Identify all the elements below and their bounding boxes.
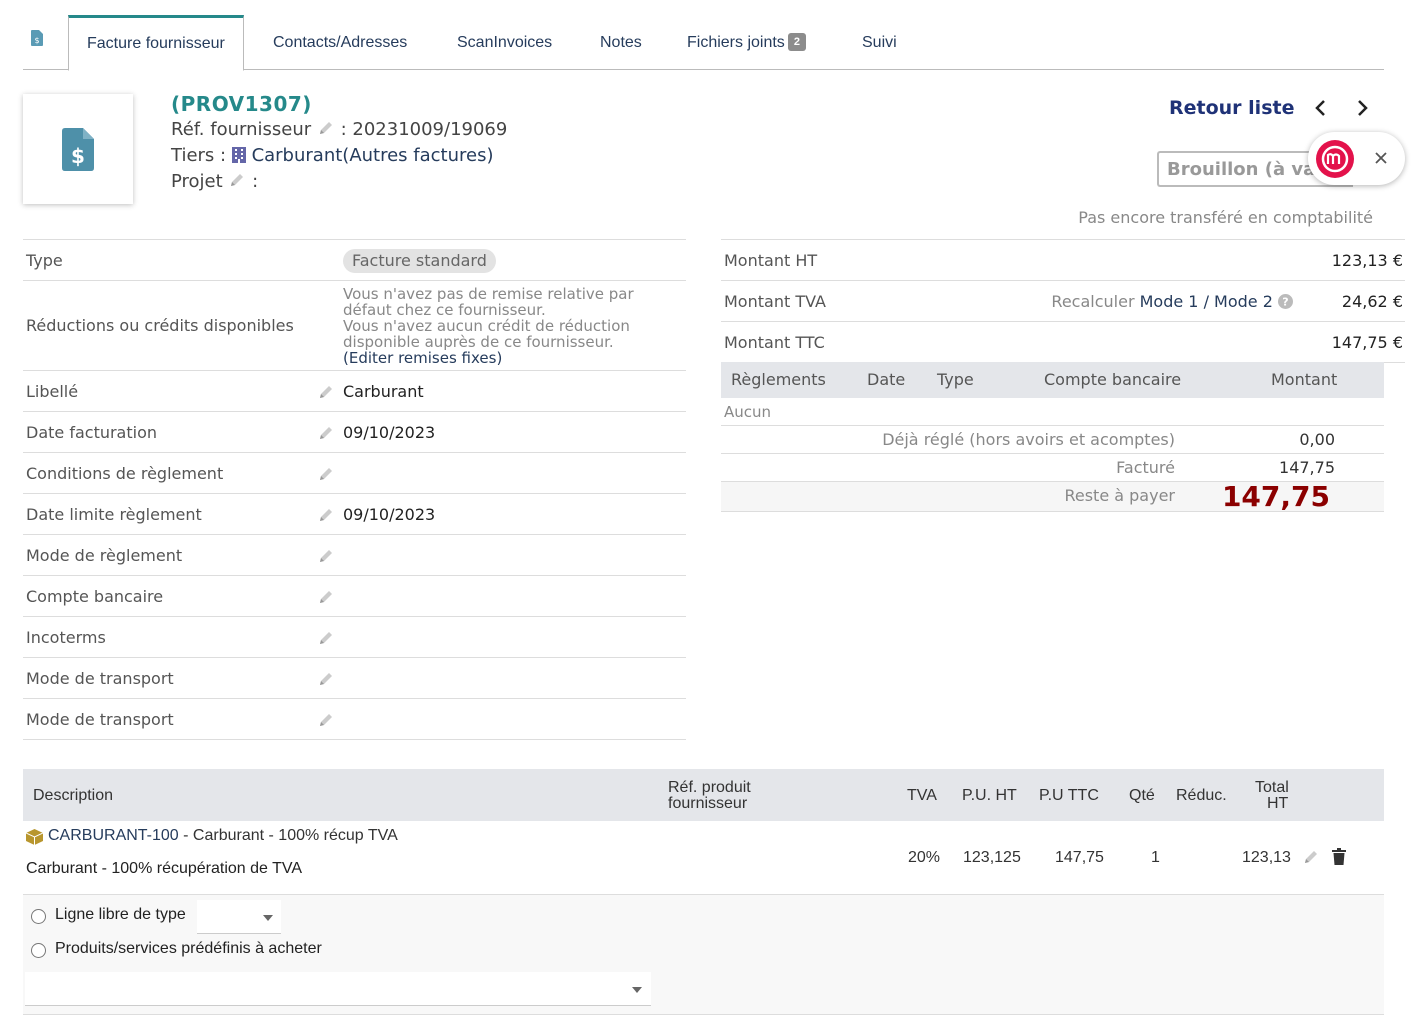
- projet-line: Projet :: [171, 171, 259, 194]
- product-box-icon: [25, 829, 44, 850]
- total-ttc-row: Montant TTC 147,75 €: [721, 322, 1405, 363]
- tiers-category-link[interactable]: Autres factures: [349, 145, 486, 166]
- edit-pencil-icon[interactable]: [317, 119, 335, 142]
- edit-pencil-icon[interactable]: [317, 547, 335, 569]
- attachments-count-badge: 2: [787, 33, 806, 51]
- tiers-line: Tiers : Carburant(Autres factures): [171, 145, 494, 166]
- editer-remises-link[interactable]: Editer remises fixes: [349, 349, 497, 367]
- mode2-link[interactable]: Mode 2: [1214, 292, 1273, 311]
- trash-icon[interactable]: [1332, 848, 1346, 870]
- tiers-link[interactable]: Carburant: [252, 145, 343, 166]
- line-description: Carburant - 100% récupération de TVA: [26, 860, 303, 877]
- lines-header: Description Réf. produit fournisseur TVA…: [23, 769, 1384, 821]
- extension-popup: [1308, 132, 1405, 185]
- total-ht-row: Montant HT 123,13 €: [721, 240, 1405, 281]
- retour-liste-link[interactable]: Retour liste: [1169, 97, 1294, 119]
- field-row-libelle: Libellé Carburant: [23, 371, 686, 412]
- field-row-mode-transport-2: Mode de transport: [23, 699, 686, 740]
- invoice-lines-table: Description Réf. produit fournisseur TVA…: [23, 769, 1384, 1015]
- next-chevron-icon[interactable]: [1355, 99, 1369, 121]
- reste-a-payer-row: Reste à payer 147,75: [721, 482, 1384, 512]
- tab-scaninvoices[interactable]: ScanInvoices: [439, 15, 570, 70]
- table-row: CARBURANT-100 - Carburant - 100% récup T…: [23, 821, 1384, 895]
- tab-notes[interactable]: Notes: [582, 15, 660, 70]
- edit-pencil-icon[interactable]: [317, 588, 335, 610]
- invoice-fields: Type Facture standard Réductions ou créd…: [23, 239, 686, 740]
- edit-pencil-icon[interactable]: [228, 171, 246, 194]
- product-link[interactable]: CARBURANT-100: [48, 827, 179, 844]
- svg-text:$: $: [71, 144, 85, 168]
- line-type-select[interactable]: [197, 900, 281, 934]
- previous-chevron-icon[interactable]: [1314, 99, 1328, 121]
- invoice-logo: $: [23, 94, 133, 204]
- help-icon: ?: [1278, 292, 1293, 311]
- field-row-type: Type Facture standard: [23, 240, 686, 281]
- facture-row: Facturé 147,75: [721, 454, 1384, 482]
- building-icon: [231, 145, 246, 166]
- edit-pencil-icon[interactable]: [1302, 848, 1320, 871]
- tab-bar: $ Facture fournisseur Contacts/Adresses …: [23, 15, 1384, 71]
- type-chip: Facture standard: [343, 249, 496, 273]
- field-row-date-limite: Date limite règlement 09/10/2023: [23, 494, 686, 535]
- tab-suivi[interactable]: Suivi: [844, 15, 915, 70]
- edit-pencil-icon[interactable]: [317, 383, 335, 405]
- field-row-reductions: Réductions ou crédits disponibles Vous n…: [23, 281, 686, 371]
- payments-header: Règlements Date Type Compte bancaire Mon…: [721, 362, 1384, 398]
- chevron-down-icon: [632, 987, 642, 993]
- invoice-icon: $: [31, 30, 43, 50]
- supplier-ref-line: Réf. fournisseur : 20231009/19069: [171, 119, 508, 142]
- edit-pencil-icon[interactable]: [317, 465, 335, 487]
- edit-pencil-icon[interactable]: [317, 424, 335, 446]
- chevron-down-icon: [263, 915, 273, 921]
- edit-pencil-icon[interactable]: [317, 711, 335, 733]
- compta-status: Pas encore transféré en comptabilité: [1078, 208, 1373, 227]
- invoice-large-icon: $: [62, 128, 94, 171]
- total-tva-row: Montant TVA Recalculer Mode 1 / Mode 2 ?…: [721, 281, 1405, 322]
- field-row-mode-reglement: Mode de règlement: [23, 535, 686, 576]
- add-line-area: Ligne libre de type Produits/services pr…: [23, 895, 1384, 1015]
- edit-pencil-icon[interactable]: [317, 506, 335, 528]
- svg-text:$: $: [34, 36, 39, 45]
- field-row-incoterms: Incoterms: [23, 617, 686, 658]
- tab-contacts-adresses[interactable]: Contacts/Adresses: [255, 15, 425, 70]
- tab-fichiers-joints[interactable]: Fichiers joints 2: [669, 15, 824, 70]
- invoice-ref: (PROV1307): [171, 92, 312, 116]
- field-row-date-facturation: Date facturation 09/10/2023: [23, 412, 686, 453]
- payments-table: Règlements Date Type Compte bancaire Mon…: [721, 362, 1384, 512]
- deja-regle-row: Déjà réglé (hors avoirs et acomptes) 0,0…: [721, 426, 1384, 454]
- field-row-compte-bancaire: Compte bancaire: [23, 576, 686, 617]
- field-row-mode-transport: Mode de transport: [23, 658, 686, 699]
- m-logo-icon[interactable]: [1316, 140, 1354, 182]
- predefined-product-radio[interactable]: [31, 943, 46, 958]
- edit-pencil-icon[interactable]: [317, 670, 335, 692]
- field-row-conditions-reglement: Conditions de règlement: [23, 453, 686, 494]
- free-line-radio[interactable]: [31, 909, 46, 924]
- svg-text:?: ?: [1282, 296, 1288, 309]
- totals-table: Montant HT 123,13 € Montant TVA Recalcul…: [721, 239, 1405, 363]
- tab-facture-fournisseur[interactable]: Facture fournisseur: [68, 15, 244, 71]
- payments-none-row: Aucun: [721, 398, 1384, 426]
- mode1-link[interactable]: Mode 1: [1140, 292, 1199, 311]
- close-icon[interactable]: [1374, 150, 1388, 169]
- edit-pencil-icon[interactable]: [317, 629, 335, 651]
- product-select[interactable]: [25, 972, 651, 1006]
